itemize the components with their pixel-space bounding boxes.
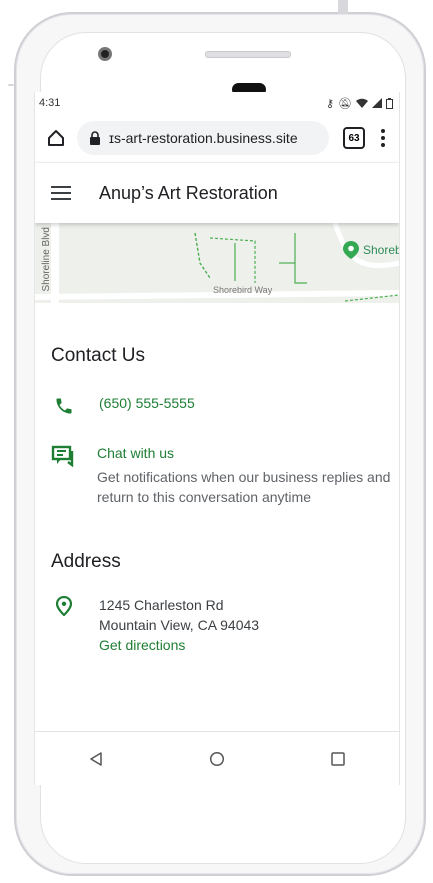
site-title: Anup’s Art Restoration (99, 182, 278, 203)
status-time: 4:31 (39, 97, 61, 109)
map-poi: Shorebird (343, 241, 399, 259)
status-bar: 4:31 ⚷ 🔕︎ (35, 92, 399, 114)
address-title: Address (51, 551, 121, 572)
address-line-1: 1245 Charleston Rd (99, 597, 224, 613)
recents-icon[interactable] (330, 751, 346, 767)
power-button (338, 0, 348, 14)
contact-section: Contact Us (650) 555-5555 Chat with us G… (35, 303, 399, 507)
back-icon[interactable] (88, 751, 104, 767)
address-row: 1245 Charleston Rd Mountain View, CA 940… (35, 595, 399, 655)
phone-icon (51, 395, 77, 417)
map-road-label: Shorebird Way (213, 285, 273, 295)
site-header: Anup’s Art Restoration (35, 162, 399, 223)
get-directions-link[interactable]: Get directions (99, 635, 259, 655)
chat-description: Get notifications when our business repl… (97, 469, 391, 505)
location-pin-icon (51, 595, 77, 617)
map-street-label: Shoreline Blvd (41, 227, 52, 292)
battery-icon (386, 97, 393, 109)
browser-toolbar: ɪs-art-restoration.business.site 63 (35, 114, 399, 162)
phone-link[interactable]: (650) 555-5555 (99, 395, 195, 411)
map-preview[interactable]: Shoreline Blvd Shorebird Way Shorebird (35, 223, 399, 303)
contact-title: Contact Us (51, 345, 145, 366)
home-nav-icon[interactable] (209, 751, 225, 767)
signal-icon (372, 98, 382, 108)
status-icons: ⚷ 🔕︎ (326, 97, 393, 110)
hamburger-menu-icon[interactable] (51, 186, 71, 200)
tab-switcher-button[interactable]: 63 (343, 127, 365, 149)
side-button (8, 84, 14, 86)
wifi-icon (356, 98, 368, 108)
address-bar[interactable]: ɪs-art-restoration.business.site (77, 121, 329, 155)
lock-icon (90, 131, 100, 145)
chat-icon (51, 445, 75, 467)
address-line-2: Mountain View, CA 94043 (99, 617, 260, 633)
front-camera (98, 47, 112, 61)
home-icon[interactable] (41, 123, 71, 153)
system-nav-bar (35, 731, 399, 785)
url-text: ɪs-art-restoration.business.site (109, 130, 298, 146)
address-section: Address 1245 Charleston Rd Mountain View… (35, 551, 399, 655)
map-pin-icon (343, 241, 359, 259)
tab-count: 63 (348, 132, 360, 144)
earpiece-speaker (205, 51, 291, 58)
more-options-icon[interactable] (373, 129, 393, 147)
mute-icon: 🔕︎ (338, 97, 352, 110)
phone-screen: 4:31 ⚷ 🔕︎ ɪs-art-restoration.business.si… (34, 92, 400, 785)
chat-row[interactable]: Chat with us Get notifications when our … (35, 445, 399, 507)
phone-row[interactable]: (650) 555-5555 (35, 395, 399, 417)
map-poi-label: Shorebird (363, 243, 399, 257)
chat-link[interactable]: Chat with us (97, 445, 397, 461)
vpn-key-icon: ⚷ (325, 97, 335, 110)
